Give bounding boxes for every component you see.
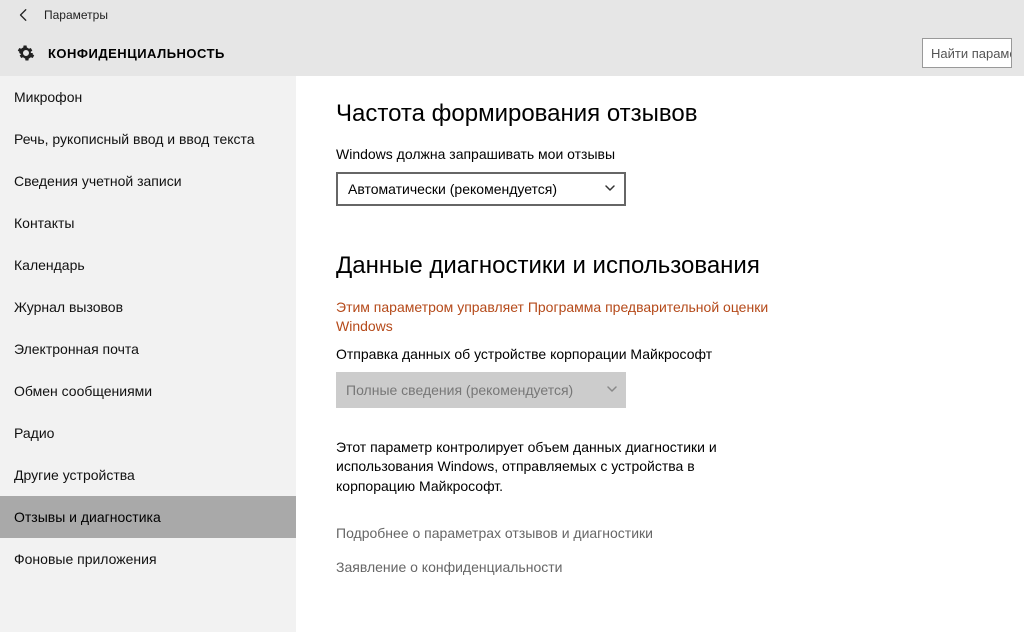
sidebar-item-2[interactable]: Сведения учетной записи [0,160,296,202]
dropdown-value: Автоматически (рекомендуется) [348,181,557,197]
window-title: Параметры [44,8,108,22]
chevron-down-icon [604,181,616,197]
feedback-heading: Частота формирования отзывов [336,100,984,128]
arrow-left-icon [17,8,31,22]
page-heading: КОНФИДЕНЦИАЛЬНОСТЬ [48,46,225,61]
sidebar-item-label: Микрофон [14,89,82,105]
sidebar-item-label: Электронная почта [14,341,139,357]
sidebar-item-label: Отзывы и диагностика [14,509,161,525]
managed-by-notice: Этим параметром управляет Программа пред… [336,298,776,336]
sidebar-item-label: Обмен сообщениями [14,383,152,399]
learn-more-link[interactable]: Подробнее о параметрах отзывов и диагнос… [336,525,984,541]
sidebar-item-8[interactable]: Радио [0,412,296,454]
titlebar: Параметры [0,0,1024,30]
sidebar-item-4[interactable]: Календарь [0,244,296,286]
sidebar-item-label: Речь, рукописный ввод и ввод текста [14,131,255,147]
sidebar-item-label: Другие устройства [14,467,135,483]
sidebar-item-11[interactable]: Фоновые приложения [0,538,296,580]
sidebar-item-9[interactable]: Другие устройства [0,454,296,496]
content-pane: Частота формирования отзывов Windows дол… [296,76,1024,632]
sidebar-item-label: Фоновые приложения [14,551,157,567]
privacy-statement-link[interactable]: Заявление о конфиденциальности [336,559,984,575]
sidebar-item-6[interactable]: Электронная почта [0,328,296,370]
sidebar-item-label: Журнал вызовов [14,299,123,315]
search-input[interactable]: Найти параме [922,38,1012,68]
sidebar-item-1[interactable]: Речь, рукописный ввод и ввод текста [0,118,296,160]
diagnostics-heading: Данные диагностики и использования [336,252,984,280]
back-button[interactable] [10,8,38,22]
sidebar-item-5[interactable]: Журнал вызовов [0,286,296,328]
sidebar-item-7[interactable]: Обмен сообщениями [0,370,296,412]
sidebar-item-0[interactable]: Микрофон [0,76,296,118]
settings-icon-wrap [12,44,40,62]
feedback-label: Windows должна запрашивать мои отзывы [336,146,984,162]
sidebar: Микрофон Речь, рукописный ввод и ввод тек… [0,76,296,632]
diagnostics-description: Этот параметр контролирует объем данных … [336,438,776,497]
sidebar-item-3[interactable]: Контакты [0,202,296,244]
sidebar-item-label: Радио [14,425,54,441]
header-bar: КОНФИДЕНЦИАЛЬНОСТЬ Найти параме [0,30,1024,76]
sidebar-item-label: Календарь [14,257,85,273]
feedback-frequency-dropdown[interactable]: Автоматически (рекомендуется) [336,172,626,206]
gear-icon [17,44,35,62]
dropdown-value: Полные сведения (рекомендуется) [346,382,573,398]
sidebar-item-label: Сведения учетной записи [14,173,182,189]
diagnostics-data-dropdown: Полные сведения (рекомендуется) [336,372,626,408]
diagnostics-label: Отправка данных об устройстве корпорации… [336,346,984,362]
search-placeholder: Найти параме [931,46,1012,61]
chevron-down-icon [606,382,618,398]
sidebar-item-10[interactable]: Отзывы и диагностика [0,496,296,538]
sidebar-item-label: Контакты [14,215,74,231]
